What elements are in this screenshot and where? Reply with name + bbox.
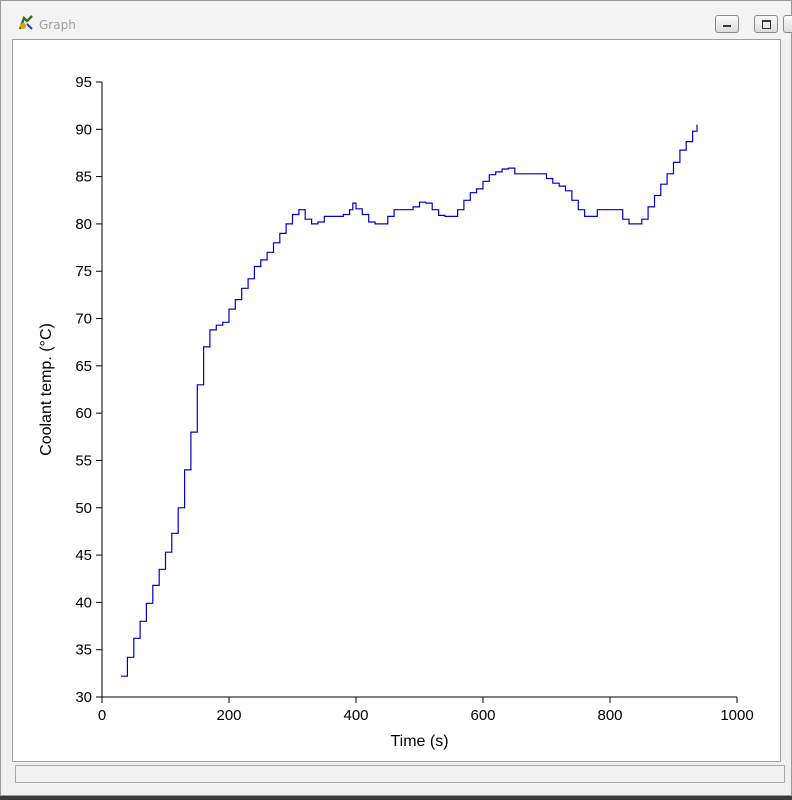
x-tick-label: 600 [470,707,495,724]
y-axis-label: Coolant temp. (°C) [38,323,55,456]
graph-window: Graph 0 200 400 600 800 1000 30 35 40 45 50 55 60 65 7… [0,0,792,796]
y-tick-label: 55 [75,452,92,469]
y-tick-label: 30 [75,689,92,706]
tick-labels: 0 200 400 600 800 1000 30 35 40 45 50 55 60 65 70 75 80 8… [75,74,753,724]
tick-marks [96,81,738,703]
y-tick-label: 75 [75,263,92,280]
x-tick-label: 1000 [720,707,753,724]
y-tick-label: 85 [75,169,92,186]
graph-area: 0 200 400 600 800 1000 30 35 40 45 50 55 60 65 70 75 80 8… [12,39,781,762]
y-tick-label: 35 [75,642,92,659]
close-button[interactable] [783,15,792,33]
minimize-icon [723,25,731,27]
x-tick-label: 800 [597,707,622,724]
status-bar [15,765,785,783]
y-tick-label: 95 [75,74,92,91]
maximize-icon [762,20,771,29]
y-tick-label: 60 [75,405,92,422]
window-title: Graph [39,18,76,32]
app-graph-icon [18,15,34,31]
maximize-button[interactable] [754,15,778,33]
y-tick-label: 40 [75,594,92,611]
taskbar-edge [0,796,792,800]
coolant-temp-chart: 0 200 400 600 800 1000 30 35 40 45 50 55 60 65 70 75 80 8… [38,74,754,750]
y-tick-label: 70 [75,311,92,328]
y-tick-label: 45 [75,547,92,564]
title-bar[interactable]: Graph [1,1,792,39]
y-tick-label: 65 [75,358,92,375]
x-axis-label: Time (s) [390,733,448,750]
y-tick-label: 80 [75,216,92,233]
x-tick-label: 200 [216,707,241,724]
x-tick-label: 400 [343,707,368,724]
x-tick-label: 0 [98,707,106,724]
series-line [121,124,698,677]
minimize-button[interactable] [715,15,739,33]
y-tick-label: 50 [75,500,92,517]
y-tick-label: 90 [75,121,92,138]
